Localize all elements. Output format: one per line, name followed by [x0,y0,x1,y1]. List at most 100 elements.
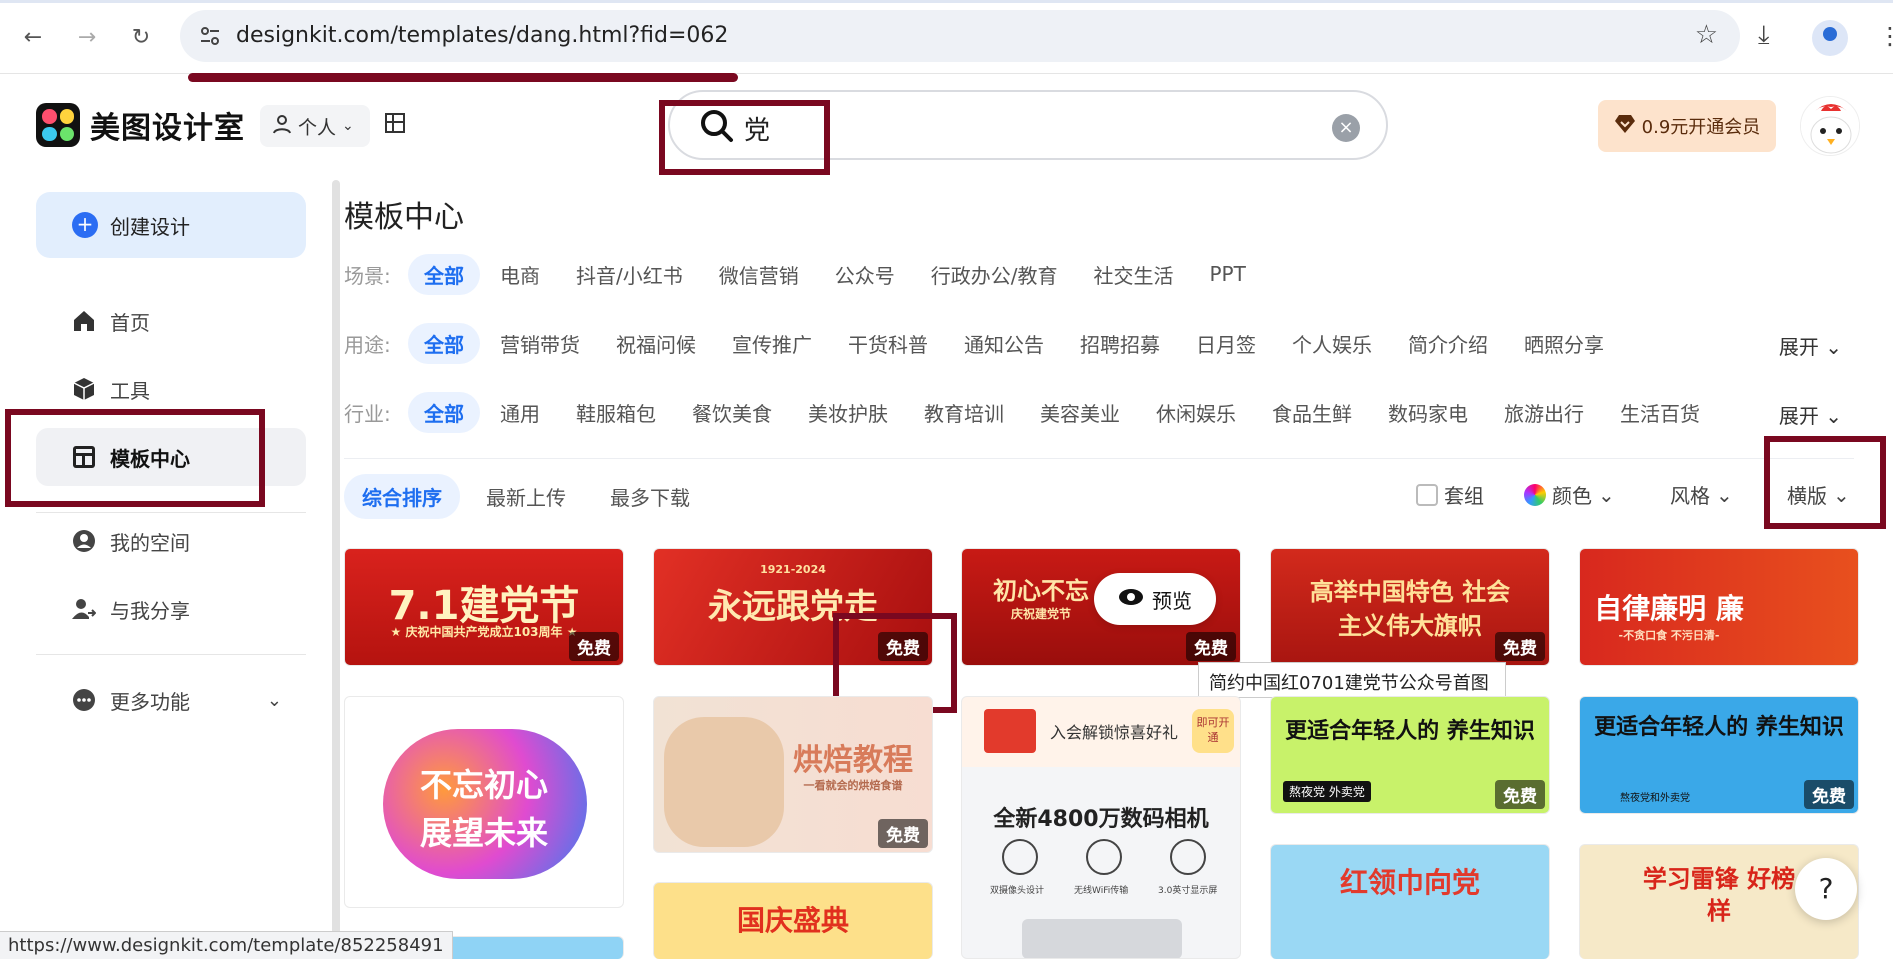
filter-option[interactable]: 营销带货 [500,329,580,358]
expand-label: 展开 [1778,404,1819,428]
app-logo[interactable]: 美图设计室 [36,103,245,147]
filter-option[interactable]: 电商 [500,260,540,289]
feature-label: 无线WiFi传输 [1074,886,1129,896]
card-title: 更适合年轻人的 养生知识 [1594,715,1844,740]
clear-search-icon[interactable]: × [1332,114,1360,142]
template-card[interactable]: 国庆盛典 [653,882,933,959]
divider [36,654,306,655]
template-card[interactable]: 烘焙教程 一看就会的烘焙食谱 免费 [653,696,933,853]
screen-icon [1170,839,1206,875]
chevron-down-icon: ⌄ [266,689,282,711]
tab-strip-edge [0,0,1893,3]
template-card[interactable]: 自律廉明 廉 -不贪口食 不污日清- [1579,548,1859,666]
filter-option[interactable]: 通用 [500,398,540,427]
team-building-icon[interactable] [382,110,408,143]
sidebar-item-my-space[interactable]: 我的空间 [36,512,306,570]
filter-option[interactable]: 社交生活 [1094,260,1174,289]
back-arrow-icon[interactable]: ← [16,20,50,54]
sidebar-item-home[interactable]: 首页 [36,292,306,350]
sidebar-item-shared[interactable]: 与我分享 [36,580,306,638]
style-label: 风格 [1670,484,1710,508]
filter-option[interactable]: 招聘招募 [1080,329,1160,358]
create-design-button[interactable]: + 创建设计 [36,192,306,258]
filter-option[interactable]: 公众号 [835,260,895,289]
help-button[interactable]: ? [1795,858,1857,920]
free-badge: 免费 [1495,780,1545,809]
download-icon[interactable]: ⤓ [1758,20,1770,51]
sort-option[interactable]: 最新上传 [486,482,566,511]
preview-button[interactable]: 预览 [1094,573,1216,625]
color-label: 颜色 [1552,484,1592,508]
template-card[interactable]: 高举中国特色 社会主义伟大旗帜 免费 [1270,548,1550,666]
filter-option[interactable]: 日月签 [1196,329,1256,358]
card-title: 不忘初心 展望未来 [419,766,548,852]
filter-option[interactable]: 鞋服箱包 [576,398,656,427]
free-badge: 免费 [569,632,619,661]
sidebar-item-label: 更多功能 [110,689,190,714]
filter-option[interactable]: 祝福问候 [616,329,696,358]
sort-option[interactable]: 最多下载 [610,482,690,511]
filter-option[interactable]: PPT [1210,262,1246,286]
annotation-underline [188,73,738,82]
filter-option[interactable]: 抖音/小红书 [576,260,683,289]
vip-button[interactable]: 0.9元开通会员 [1598,100,1776,152]
url-text[interactable]: designkit.com/templates/dang.html?fid=06… [236,23,728,48]
style-filter[interactable]: 风格 ⌄ [1670,480,1733,509]
expand-usage-button[interactable]: 展开 ⌄ [1779,331,1842,360]
set-checkbox[interactable] [1416,483,1438,506]
filter-option[interactable]: 餐饮美食 [692,398,772,427]
status-url: https://www.designkit.com/template/85225… [0,931,453,959]
template-card[interactable]: 更适合年轻人的 养生知识 熬夜党和外卖党 免费 [1579,696,1859,814]
filter-option[interactable]: 宣传推广 [732,329,812,358]
filter-option[interactable]: 美容美业 [1040,398,1120,427]
template-card[interactable]: 不忘初心 展望未来 [344,696,624,908]
filter-option[interactable]: 休闲娱乐 [1156,398,1236,427]
sidebar-item-more[interactable]: 更多功能 ⌄ [36,671,306,729]
color-filter[interactable]: 颜色 ⌄ [1524,480,1615,509]
template-card[interactable]: 入会解锁惊喜好礼 即可开通 全新4800万数码相机 双摄像头设计 无线WiFi传… [961,696,1241,959]
filter-option[interactable]: 行政办公/教育 [931,260,1058,289]
expand-industry-button[interactable]: 展开 ⌄ [1779,400,1842,429]
share-user-icon [72,597,96,621]
filter-option[interactable]: 个人娱乐 [1292,329,1372,358]
set-filter[interactable]: 套组 [1416,480,1484,509]
site-settings-icon[interactable] [198,24,222,48]
sort-option[interactable]: 综合排序 [344,473,460,519]
filter-option[interactable]: 全部 [408,253,480,295]
template-card[interactable]: 红领巾向党 [1270,844,1550,959]
filter-option[interactable]: 全部 [408,322,480,364]
reload-icon[interactable]: ↻ [124,20,158,54]
camera-icon [1002,839,1038,875]
sidebar-scrollbar[interactable] [332,180,340,959]
filter-option[interactable]: 微信营销 [719,260,799,289]
filter-option[interactable]: 干货科普 [848,329,928,358]
more-icon [72,688,96,712]
filter-option[interactable]: 晒照分享 [1524,329,1604,358]
filter-option[interactable]: 全部 [408,391,480,433]
forward-arrow-icon[interactable]: → [70,20,104,54]
filter-option[interactable]: 教育培训 [924,398,1004,427]
filter-option[interactable]: 旅游出行 [1504,398,1584,427]
filter-row-usage: 用途: 全部 营销带货 祝福问候 宣传推广 干货科普 通知公告 招聘招募 日月签… [344,319,1640,367]
avatar[interactable] [1800,96,1860,156]
template-card[interactable]: 更适合年轻人的 养生知识 熬夜党 外卖党 免费 [1270,696,1550,814]
sidebar-item-label: 工具 [110,378,150,403]
address-bar[interactable]: designkit.com/templates/dang.html?fid=06… [180,10,1740,62]
free-badge: 免费 [1804,780,1854,809]
filter-option[interactable]: 数码家电 [1388,398,1468,427]
bookmark-star-icon[interactable]: ☆ [1695,20,1718,50]
account-switcher[interactable]: 个人 ⌄ [260,105,370,147]
filter-option[interactable]: 食品生鲜 [1272,398,1352,427]
annotation-box-templates [5,409,265,507]
vip-label: 0.9元开通会员 [1641,117,1761,138]
card-subtitle: 熬夜党和外卖党 [1620,793,1690,804]
eye-icon [1118,587,1144,611]
profile-icon[interactable] [1812,20,1848,56]
kebab-menu-icon[interactable]: ⋮ [1878,22,1893,50]
filter-option[interactable]: 美妆护肤 [808,398,888,427]
filter-option[interactable]: 生活百货 [1620,398,1700,427]
chevron-down-icon: ⌄ [1716,482,1733,507]
filter-option[interactable]: 简介介绍 [1408,329,1488,358]
template-card[interactable]: 7.1建党节 ★ 庆祝中国共产党成立103周年 ★ 免费 [344,548,624,666]
filter-option[interactable]: 通知公告 [964,329,1044,358]
